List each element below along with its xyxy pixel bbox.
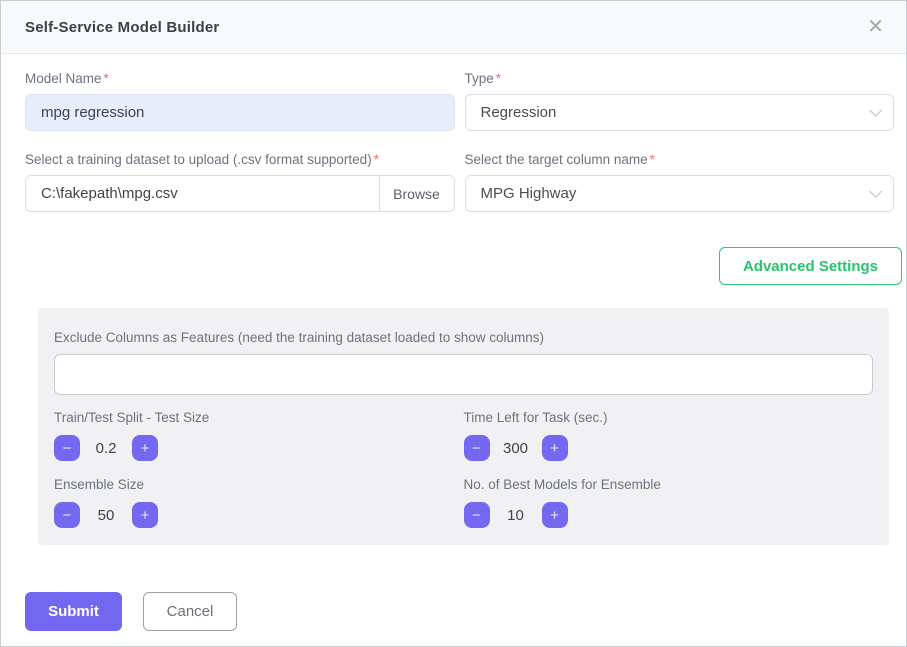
time-left-stepper: − 300 +: [464, 435, 874, 461]
required-asterisk: *: [104, 71, 109, 86]
minus-button[interactable]: −: [54, 502, 80, 528]
exclude-columns-input[interactable]: [54, 354, 873, 395]
dataset-label: Select a training dataset to upload (.cs…: [25, 152, 455, 167]
required-asterisk: *: [650, 152, 655, 167]
best-models-label: No. of Best Models for Ensemble: [464, 477, 874, 492]
dataset-field-group: Select a training dataset to upload (.cs…: [25, 152, 455, 212]
dialog-footer: Submit Cancel: [25, 592, 906, 631]
required-asterisk: *: [496, 71, 501, 86]
test-size-stepper-group: Train/Test Split - Test Size − 0.2 +: [54, 410, 464, 461]
time-left-stepper-group: Time Left for Task (sec.) − 300 +: [464, 410, 874, 461]
dialog-header: Self-Service Model Builder ✕: [1, 1, 906, 54]
model-name-input[interactable]: [25, 94, 455, 131]
target-column-select-value: MPG Highway: [481, 185, 577, 202]
best-models-stepper: − 10 +: [464, 502, 874, 528]
browse-button[interactable]: Browse: [379, 176, 454, 211]
test-size-value: 0.2: [80, 440, 132, 457]
best-models-value: 10: [490, 507, 542, 524]
ensemble-size-label: Ensemble Size: [54, 477, 464, 492]
minus-button[interactable]: −: [54, 435, 80, 461]
cancel-button[interactable]: Cancel: [143, 592, 237, 631]
time-left-label: Time Left for Task (sec.): [464, 410, 874, 425]
close-icon[interactable]: ✕: [867, 17, 884, 37]
dialog-title: Self-Service Model Builder: [25, 19, 219, 36]
chevron-down-icon: [869, 104, 882, 117]
minus-button[interactable]: −: [464, 502, 490, 528]
target-column-field-group: Select the target column name* MPG Highw…: [465, 152, 895, 212]
target-column-label: Select the target column name*: [465, 152, 895, 167]
exclude-columns-label: Exclude Columns as Features (need the tr…: [54, 330, 873, 345]
model-name-field-group: Model Name*: [25, 71, 455, 131]
type-label: Type*: [465, 71, 895, 86]
dataset-file-input: C:\fakepath\mpg.csv Browse: [25, 175, 455, 212]
target-column-select[interactable]: MPG Highway: [465, 175, 895, 212]
type-label-text: Type: [465, 71, 494, 86]
stepper-grid: Train/Test Split - Test Size − 0.2 + Tim…: [54, 410, 873, 528]
test-size-stepper: − 0.2 +: [54, 435, 464, 461]
dataset-file-path[interactable]: C:\fakepath\mpg.csv: [26, 176, 379, 211]
form-grid: Model Name* Type* Regression Select a tr…: [25, 71, 894, 212]
ensemble-size-stepper: − 50 +: [54, 502, 464, 528]
type-select[interactable]: Regression: [465, 94, 895, 131]
type-select-value: Regression: [481, 104, 557, 121]
dataset-label-text: Select a training dataset to upload (.cs…: [25, 152, 372, 167]
ensemble-size-value: 50: [80, 507, 132, 524]
minus-button[interactable]: −: [464, 435, 490, 461]
model-builder-dialog: Self-Service Model Builder ✕ Model Name*…: [0, 0, 907, 647]
advanced-settings-row: Advanced Settings: [25, 247, 902, 285]
target-column-label-text: Select the target column name: [465, 152, 648, 167]
chevron-down-icon: [869, 185, 882, 198]
time-left-value: 300: [490, 440, 542, 457]
plus-button[interactable]: +: [542, 502, 568, 528]
advanced-settings-panel: Exclude Columns as Features (need the tr…: [38, 308, 889, 545]
plus-button[interactable]: +: [132, 435, 158, 461]
test-size-label: Train/Test Split - Test Size: [54, 410, 464, 425]
plus-button[interactable]: +: [132, 502, 158, 528]
model-name-label-text: Model Name: [25, 71, 102, 86]
ensemble-size-stepper-group: Ensemble Size − 50 +: [54, 477, 464, 528]
required-asterisk: *: [374, 152, 379, 167]
submit-button[interactable]: Submit: [25, 592, 122, 631]
model-name-label: Model Name*: [25, 71, 455, 86]
type-field-group: Type* Regression: [465, 71, 895, 131]
plus-button[interactable]: +: [542, 435, 568, 461]
best-models-stepper-group: No. of Best Models for Ensemble − 10 +: [464, 477, 874, 528]
advanced-settings-button[interactable]: Advanced Settings: [719, 247, 902, 285]
